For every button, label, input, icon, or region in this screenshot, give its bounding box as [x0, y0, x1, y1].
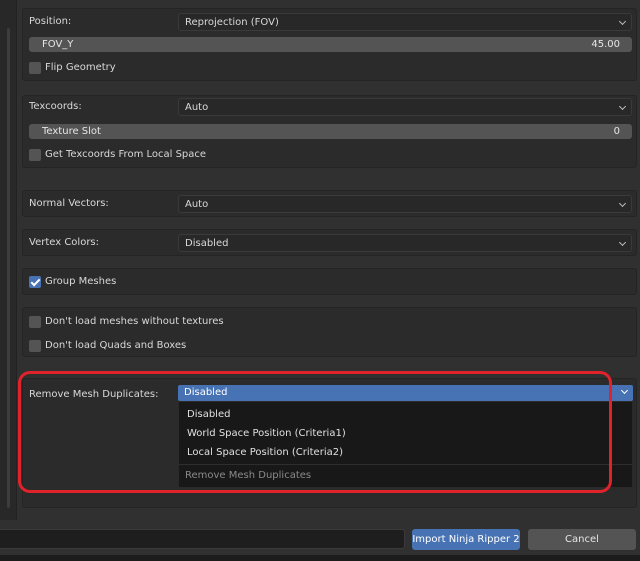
position-label: Position:: [29, 16, 72, 27]
menu-title: Remove Mesh Duplicates: [185, 470, 312, 481]
flip-geometry-label: Flip Geometry: [45, 62, 116, 73]
fov-y-label: FOV_Y: [42, 39, 74, 50]
vertex-colors-dropdown[interactable]: Disabled: [178, 234, 632, 252]
position-row: Position: Reprojection (FOV): [23, 13, 636, 31]
left-scroll-strip: [0, 0, 17, 520]
flip-geometry-checkbox[interactable]: Flip Geometry: [29, 61, 632, 76]
texcoords-panel: Texcoords: Auto Texture Slot 0 Get Texco…: [22, 95, 637, 168]
checkmark-icon: [29, 276, 41, 288]
no-textures-label: Don't load meshes without textures: [45, 316, 224, 327]
menu-item-disabled[interactable]: Disabled: [187, 407, 230, 423]
duplicates-dropdown-menu: Disabled World Space Position (Criteria1…: [178, 401, 633, 488]
no-quads-label: Don't load Quads and Boxes: [45, 340, 187, 351]
file-path-field[interactable]: [0, 529, 405, 549]
group-meshes-label: Group Meshes: [45, 276, 117, 287]
bottom-edge: [0, 555, 640, 561]
duplicates-dropdown[interactable]: Disabled: [178, 385, 633, 401]
chevron-down-icon: [618, 102, 627, 111]
vertex-colors-panel: Vertex Colors: Disabled: [22, 229, 637, 256]
position-dropdown[interactable]: Reprojection (FOV): [178, 13, 632, 31]
local-space-label: Get Texcoords From Local Space: [45, 149, 207, 160]
normals-label: Normal Vectors:: [29, 198, 109, 209]
no-quads-checkbox[interactable]: Don't load Quads and Boxes: [29, 339, 632, 354]
normals-dropdown[interactable]: Auto: [178, 195, 632, 213]
position-value: Reprojection (FOV): [185, 17, 279, 28]
group-meshes-checkbox[interactable]: Group Meshes: [29, 275, 632, 290]
no-textures-checkbox[interactable]: Don't load meshes without textures: [29, 315, 632, 330]
chevron-down-icon: [620, 386, 629, 395]
scrollbar-thumb[interactable]: [7, 28, 10, 508]
chevron-down-icon: [618, 238, 627, 247]
texture-slot-value: 0: [613, 126, 620, 137]
texture-slot-slider[interactable]: Texture Slot 0: [29, 124, 632, 139]
chevron-down-icon: [618, 17, 627, 26]
vertex-colors-label: Vertex Colors:: [29, 237, 100, 248]
cancel-button[interactable]: Cancel: [528, 529, 636, 550]
duplicates-value: Disabled: [184, 387, 228, 398]
vertex-colors-value: Disabled: [185, 238, 229, 249]
normals-row: Normal Vectors: Auto: [23, 195, 636, 213]
menu-item-world-space[interactable]: World Space Position (Criteria1): [187, 426, 346, 442]
chevron-down-icon: [618, 199, 627, 208]
menu-divider: [179, 464, 632, 465]
menu-item-local-space[interactable]: Local Space Position (Criteria2): [187, 445, 343, 461]
duplicates-label: Remove Mesh Duplicates:: [29, 389, 159, 400]
fov-y-slider[interactable]: FOV_Y 45.00: [29, 37, 632, 52]
texcoords-value: Auto: [185, 102, 209, 113]
vertex-colors-row: Vertex Colors: Disabled: [23, 234, 636, 252]
position-panel: Position: Reprojection (FOV) FOV_Y 45.00…: [22, 8, 637, 81]
group-meshes-panel: Group Meshes: [22, 268, 637, 295]
checkbox-icon: [29, 316, 41, 328]
import-button[interactable]: Import Ninja Ripper 2: [412, 529, 520, 550]
texcoords-dropdown[interactable]: Auto: [178, 98, 632, 116]
texcoords-label: Texcoords:: [29, 101, 82, 112]
load-options-panel: Don't load meshes without textures Don't…: [22, 307, 637, 357]
normals-value: Auto: [185, 199, 209, 210]
fov-y-value: 45.00: [591, 39, 620, 50]
checkbox-icon: [29, 340, 41, 352]
normals-panel: Normal Vectors: Auto: [22, 190, 637, 217]
checkbox-icon: [29, 149, 41, 161]
texcoords-row: Texcoords: Auto: [23, 98, 636, 116]
local-space-checkbox[interactable]: Get Texcoords From Local Space: [29, 148, 632, 163]
texture-slot-label: Texture Slot: [42, 126, 101, 137]
checkbox-icon: [29, 62, 41, 74]
